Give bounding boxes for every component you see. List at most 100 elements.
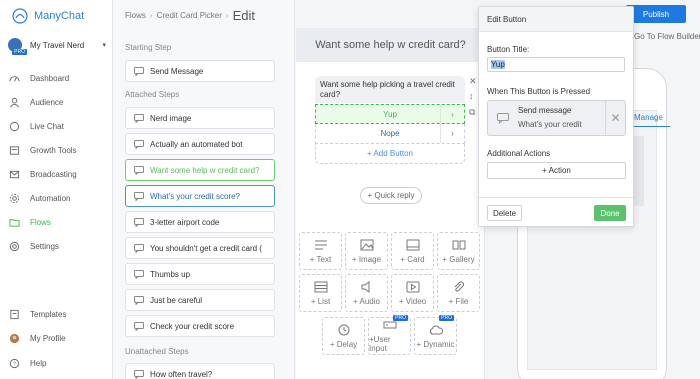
message-text[interactable]: Want some help picking a travel credit c… <box>315 76 465 103</box>
step-item[interactable]: Thumbs up <box>125 263 275 285</box>
tool-label: + Gallery <box>442 254 475 264</box>
tool-label: + Text <box>309 254 332 264</box>
breadcrumb-flows[interactable]: Flows <box>125 11 146 20</box>
send-message-action[interactable]: Send message What's your credit ✕ <box>487 100 626 136</box>
add-video-tool[interactable]: + Video <box>391 274 434 312</box>
add-list-tool[interactable]: + List <box>299 274 342 312</box>
step-label: Want some help w credit card? <box>150 165 260 175</box>
step-send-message[interactable]: Send Message <box>125 60 275 82</box>
nav-item-growth-tools[interactable]: Growth Tools <box>9 145 77 156</box>
tool-label: + Audio <box>353 296 380 306</box>
card-icon <box>406 239 419 250</box>
step-item[interactable]: 3-letter airport code <box>125 211 275 233</box>
quick-reply-button[interactable]: + Quick reply <box>360 187 422 204</box>
add-user-input-tool[interactable]: PRO +User Input <box>368 315 411 355</box>
brand-name: ManyChat <box>34 10 85 22</box>
manychat-logo-icon <box>12 8 28 24</box>
go-to-flow-builder-link[interactable]: Go To Flow Builder <box>634 32 700 41</box>
additional-actions-label: Additional Actions <box>487 149 551 158</box>
breadcrumb-flow[interactable]: Credit Card Picker <box>157 11 222 20</box>
account-switcher[interactable]: PRO My Travel Nerd ▾ <box>8 38 106 55</box>
manage-tab[interactable]: Manage <box>634 113 663 122</box>
video-icon <box>406 281 419 292</box>
add-button[interactable]: + Add Button <box>315 144 465 164</box>
add-image-tool[interactable]: + Image <box>345 232 388 270</box>
pro-badge: PRO <box>439 315 454 321</box>
step-label: Just be careful <box>150 295 203 305</box>
audio-icon <box>361 280 369 293</box>
button-title-value: Yup <box>491 60 505 69</box>
nav-item-broadcasting[interactable]: Broadcasting <box>9 169 77 180</box>
chat-bubble-icon <box>134 191 144 201</box>
nav-item-live-chat[interactable]: Live Chat <box>9 121 64 132</box>
editor-title[interactable]: Want some help w credit card? <box>296 28 485 62</box>
publish-button[interactable]: Publish <box>626 5 686 23</box>
message-button-yup[interactable]: Yup › <box>315 104 465 124</box>
close-icon[interactable]: ✕ <box>469 76 477 87</box>
button-title-input[interactable]: Yup <box>487 57 625 72</box>
svg-text:?: ? <box>13 362 16 368</box>
nav-item-flows[interactable]: Flows <box>9 217 51 228</box>
folder-icon <box>9 219 20 227</box>
step-item-target[interactable]: What's your credit score? <box>125 185 275 207</box>
add-file-tool[interactable]: + File <box>437 274 480 312</box>
tool-label: +User Input <box>369 335 391 353</box>
close-icon[interactable]: ✕ <box>605 101 625 135</box>
profile-avatar-icon <box>9 333 20 344</box>
brand[interactable]: ManyChat <box>12 8 84 24</box>
tool-label: + List <box>310 296 331 306</box>
step-label: Send Message <box>150 66 204 76</box>
dashboard-icon <box>9 76 20 82</box>
step-item[interactable]: Nerd image <box>125 107 275 129</box>
chat-bubble-icon <box>134 243 144 253</box>
step-item-selected[interactable]: Want some help w credit card? <box>125 159 275 181</box>
growth-tools-icon <box>9 146 20 155</box>
add-text-tool[interactable]: + Text <box>299 232 342 270</box>
message-editor: Want some help w credit card? Want some … <box>296 28 485 379</box>
pro-badge: PRO <box>12 49 27 55</box>
move-icon[interactable]: ↕ <box>469 91 474 101</box>
step-item[interactable]: Check your credit score <box>125 315 275 337</box>
nav-item-templates[interactable]: Templates <box>9 309 66 320</box>
nav-label-broadcasting: Broadcasting <box>30 170 77 179</box>
add-audio-tool[interactable]: + Audio <box>345 274 388 312</box>
button-title-label: Button Title: <box>487 45 530 54</box>
delete-button[interactable]: Delete <box>487 205 522 221</box>
tool-label: + Video <box>398 296 427 306</box>
nav-item-automation[interactable]: Automation <box>9 193 70 204</box>
nav-label-settings: Settings <box>30 242 59 251</box>
action-target: What's your credit <box>518 120 582 129</box>
done-button[interactable]: Done <box>594 205 626 221</box>
chat-bubble-icon <box>134 165 144 175</box>
automation-icon <box>9 193 20 204</box>
message-card: Want some help picking a travel credit c… <box>315 76 465 164</box>
nav-item-settings[interactable]: Settings <box>9 241 59 252</box>
nav-item-my-profile[interactable]: My Profile <box>9 333 66 344</box>
add-gallery-tool[interactable]: + Gallery <box>437 232 480 270</box>
audience-icon <box>10 97 19 108</box>
add-delay-tool[interactable]: + Delay <box>322 317 365 355</box>
nav-item-audience[interactable]: Audience <box>9 97 63 108</box>
tool-label: + Card <box>400 254 425 264</box>
gallery-icon <box>452 240 465 249</box>
chat-bubble-icon <box>134 369 144 379</box>
add-dynamic-tool[interactable]: PRO + Dynamic <box>414 315 457 355</box>
nav-label-help: Help <box>30 359 47 368</box>
breadcrumb-separator: › <box>225 11 229 20</box>
list-icon <box>314 281 327 292</box>
step-item[interactable]: Just be careful <box>125 289 275 311</box>
add-action-button[interactable]: + Action <box>487 162 626 179</box>
step-item[interactable]: You shouldn't get a credit card ( <box>125 237 275 259</box>
message-button-nope[interactable]: Nope › <box>315 124 465 144</box>
add-card-tool[interactable]: + Card <box>391 232 434 270</box>
chat-bubble-icon <box>134 139 144 149</box>
nav-item-help[interactable]: ? Help <box>9 358 46 369</box>
tool-label: + Dynamic <box>416 339 455 349</box>
step-item[interactable]: Actually an automated bot <box>125 133 275 155</box>
step-item[interactable]: How often travel? <box>125 363 275 379</box>
clock-icon <box>338 324 349 335</box>
attached-steps-heading: Attached Steps <box>125 90 180 99</box>
copy-icon[interactable]: ⧉ <box>469 107 475 118</box>
chat-bubble-icon <box>134 269 144 279</box>
nav-item-dashboard[interactable]: Dashboard <box>9 73 69 84</box>
